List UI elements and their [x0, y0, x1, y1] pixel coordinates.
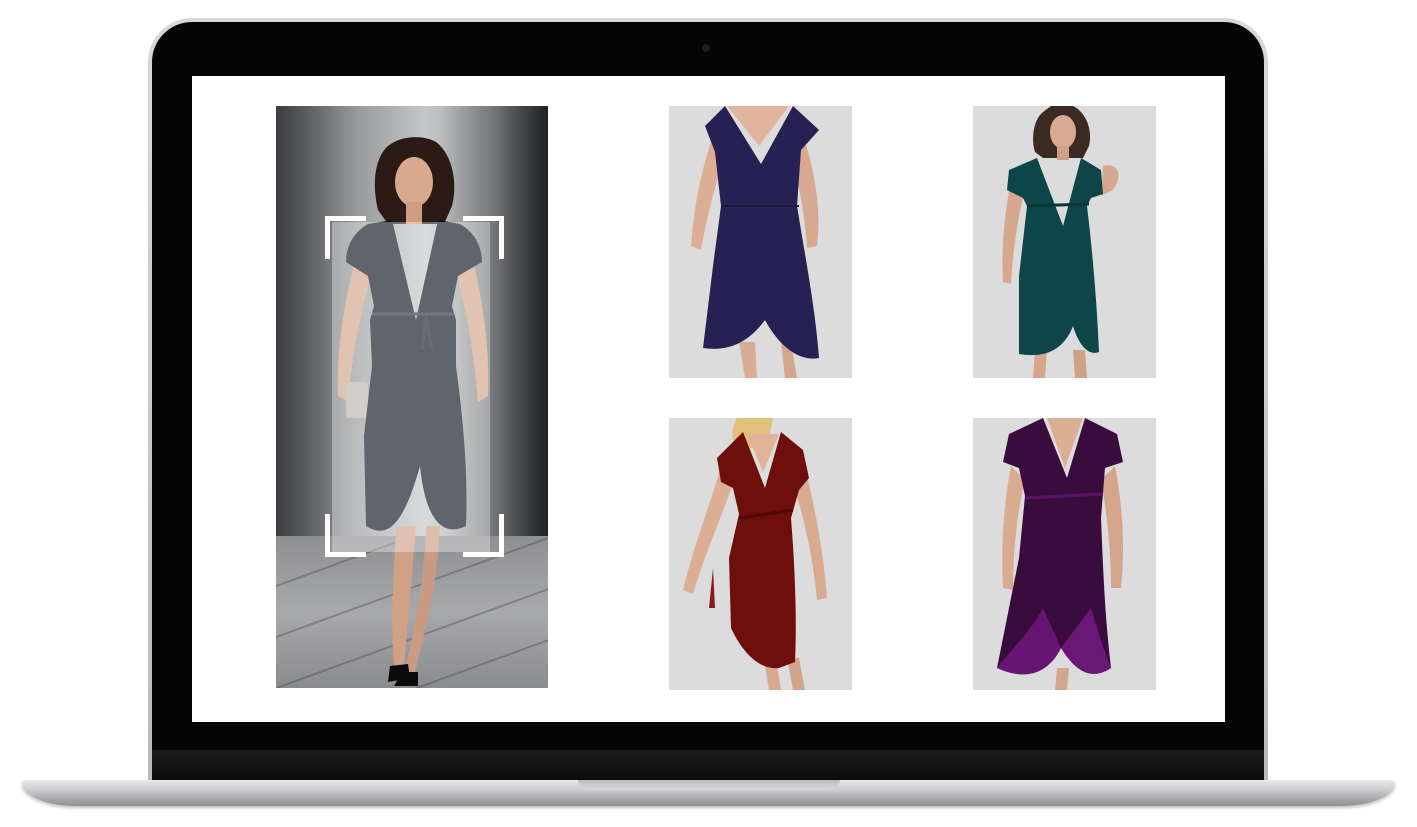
laptop-base-notch — [578, 780, 840, 790]
result-item-2[interactable] — [973, 106, 1156, 378]
scan-frame-icon — [325, 216, 366, 259]
scan-frame-icon — [463, 514, 504, 557]
result-item-3[interactable] — [669, 418, 852, 690]
visual-search-screen — [192, 76, 1225, 722]
result-item-1[interactable] — [669, 106, 852, 378]
result-2-figure — [1002, 106, 1119, 378]
result-4-figure — [997, 418, 1123, 690]
scan-frame-icon — [325, 514, 366, 557]
scan-region-overlay — [332, 222, 490, 552]
result-item-4[interactable] — [973, 418, 1156, 690]
result-3-figure — [683, 418, 827, 690]
scan-frame-icon — [463, 216, 504, 259]
webcam-icon — [702, 44, 710, 52]
bezel-chin — [152, 750, 1264, 784]
result-1-figure — [691, 106, 819, 378]
query-photo[interactable] — [276, 106, 548, 688]
